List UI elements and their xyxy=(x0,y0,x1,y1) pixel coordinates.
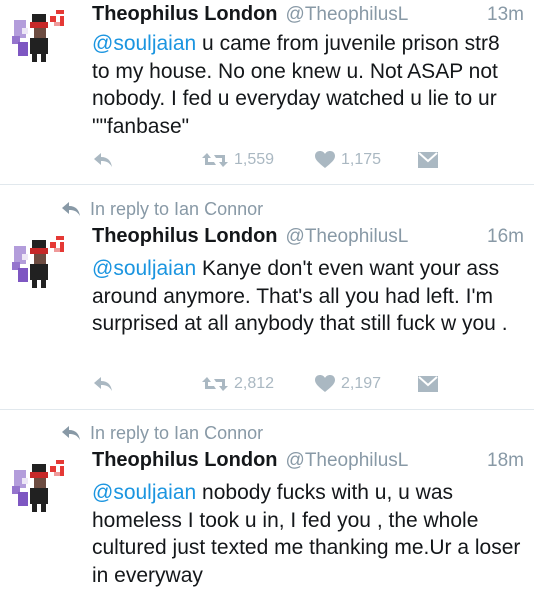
reply-context[interactable]: In reply to Ian Connor xyxy=(60,421,263,445)
like-count: 2,197 xyxy=(341,375,382,392)
message-button[interactable] xyxy=(418,147,438,173)
avatar[interactable] xyxy=(10,456,68,514)
username[interactable]: @TheophilusL xyxy=(286,450,409,472)
pixel-art-avatar-icon xyxy=(12,460,64,512)
retweet-count: 1,559 xyxy=(234,151,275,168)
tweet-header: Theophilus London @TheophilusL 16m xyxy=(92,225,524,253)
pixel-art-avatar-icon xyxy=(12,10,64,62)
heart-icon xyxy=(315,151,335,168)
timestamp[interactable]: 16m xyxy=(487,226,524,248)
retweet-count: 2,812 xyxy=(234,375,275,392)
retweet-icon xyxy=(202,153,228,167)
username[interactable]: @TheophilusL xyxy=(286,4,409,26)
username[interactable]: @TheophilusL xyxy=(286,226,409,248)
reply-arrow-icon xyxy=(94,153,112,167)
timestamp[interactable]: 18m xyxy=(487,450,524,472)
tweet-actions: 2,812 2,197 xyxy=(92,371,442,397)
avatar[interactable] xyxy=(10,6,68,64)
like-count: 1,175 xyxy=(341,151,382,168)
mention-link[interactable]: @souljaian xyxy=(92,257,196,280)
message-button[interactable] xyxy=(418,371,438,397)
retweet-button[interactable]: 2,812 xyxy=(202,371,274,397)
timestamp[interactable]: 13m xyxy=(487,4,524,26)
like-button[interactable]: 2,197 xyxy=(315,371,381,397)
tweet-actions: 1,559 1,175 xyxy=(92,147,442,173)
tweet-text: @souljaian Kanye don't even want your as… xyxy=(92,255,522,338)
tweet-text: @souljaian u came from juvenile prison s… xyxy=(92,30,522,140)
mention-link[interactable]: @souljaian xyxy=(92,481,196,504)
tweet[interactable]: Theophilus London @TheophilusL 13m @soul… xyxy=(0,0,534,184)
retweet-button[interactable]: 1,559 xyxy=(202,147,274,173)
tweet[interactable]: In reply to Ian Connor Theophilus London… xyxy=(0,410,534,591)
avatar[interactable] xyxy=(10,232,68,290)
tweet-header: Theophilus London @TheophilusL 13m xyxy=(92,3,524,31)
reply-context-text: In reply to Ian Connor xyxy=(90,422,264,443)
tweet-text: @souljaian nobody fucks with u, u was ho… xyxy=(92,479,522,589)
reply-arrow-icon xyxy=(94,377,112,391)
display-name[interactable]: Theophilus London xyxy=(92,449,278,472)
envelope-icon xyxy=(418,152,438,168)
reply-button[interactable] xyxy=(92,147,114,173)
reply-arrow-icon xyxy=(62,202,80,216)
reply-arrow-icon xyxy=(62,426,80,440)
display-name[interactable]: Theophilus London xyxy=(92,3,278,26)
reply-context[interactable]: In reply to Ian Connor xyxy=(60,197,263,221)
tweet-timeline: Theophilus London @TheophilusL 13m @soul… xyxy=(0,0,534,591)
heart-icon xyxy=(315,375,335,392)
display-name[interactable]: Theophilus London xyxy=(92,225,278,248)
like-button[interactable]: 1,175 xyxy=(315,147,381,173)
tweet-header: Theophilus London @TheophilusL 18m xyxy=(92,449,524,477)
tweet[interactable]: In reply to Ian Connor Theophilus London… xyxy=(0,185,534,409)
retweet-icon xyxy=(202,377,228,391)
pixel-art-avatar-icon xyxy=(12,236,64,288)
reply-button[interactable] xyxy=(92,371,114,397)
reply-context-text: In reply to Ian Connor xyxy=(90,198,264,219)
mention-link[interactable]: @souljaian xyxy=(92,32,196,55)
envelope-icon xyxy=(418,376,438,392)
